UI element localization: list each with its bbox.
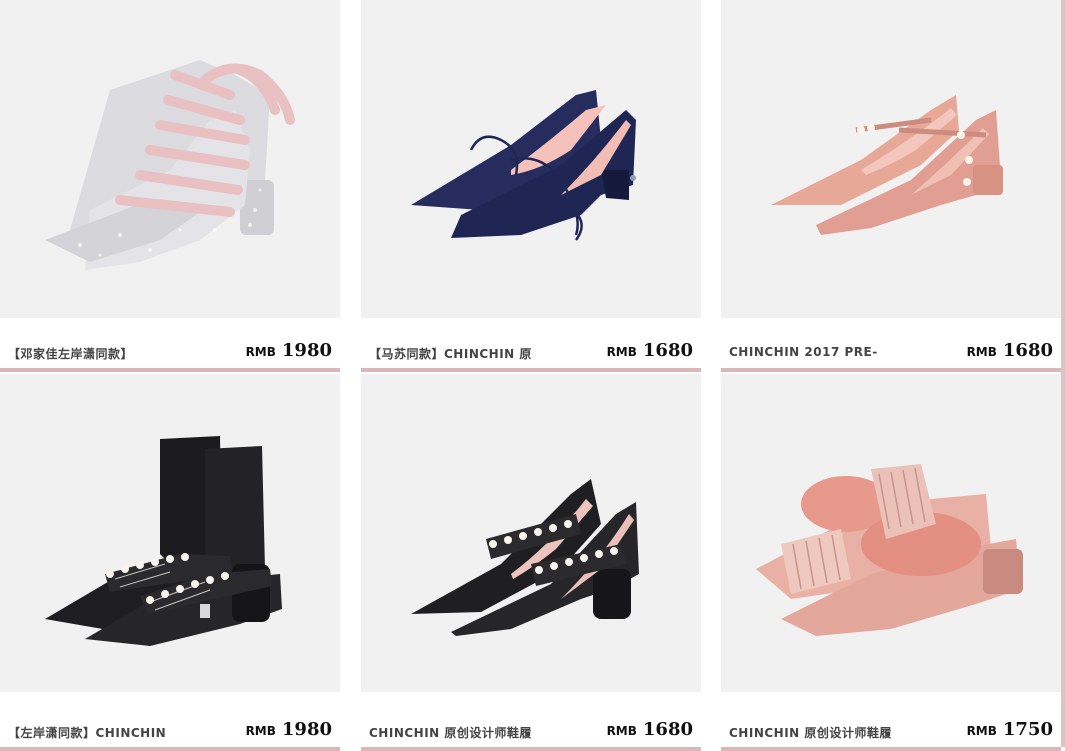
product-info-bar: CHINCHIN 原创设计师鞋履 RMB 1680	[361, 697, 701, 747]
card-underline	[361, 368, 701, 372]
card-underline	[721, 747, 1061, 751]
price-amount: 1680	[1002, 340, 1053, 361]
product-image[interactable]	[0, 0, 340, 318]
product-name[interactable]: 【邓家佳左岸潇同款】	[8, 345, 133, 362]
product-card[interactable]: 【左岸潇同款】CHINCHIN RMB 1980	[0, 374, 340, 751]
price-currency: RMB	[966, 724, 997, 738]
product-price: RMB 1980	[246, 340, 332, 361]
product-name[interactable]: CHINCHIN 2017 PRE-	[729, 345, 878, 359]
product-price: RMB 1680	[607, 340, 693, 361]
card-underline	[0, 368, 340, 372]
card-underline	[721, 368, 1061, 372]
product-price: RMB 1680	[967, 340, 1053, 361]
product-price: RMB 1680	[607, 719, 693, 740]
product-image[interactable]	[721, 374, 1061, 692]
page-edge-divider	[1061, 0, 1065, 747]
price-amount: 1980	[281, 719, 332, 740]
product-price: RMB 1980	[246, 719, 332, 740]
product-image[interactable]	[721, 0, 1061, 318]
product-name[interactable]: 【马苏同款】CHINCHIN 原	[369, 345, 532, 362]
product-info-bar: CHINCHIN 2017 PRE- RMB 1680	[721, 318, 1061, 368]
product-name[interactable]: CHINCHIN 原创设计师鞋履	[729, 724, 892, 741]
price-amount: 1750	[1002, 719, 1053, 740]
product-image[interactable]	[0, 374, 340, 692]
product-card[interactable]: 【马苏同款】CHINCHIN 原 RMB 1680	[361, 0, 701, 372]
product-grid: 【邓家佳左岸潇同款】 RMB 1980 【马苏同款】CHINCHIN 原 RMB…	[0, 0, 1061, 751]
price-amount: 1680	[642, 719, 693, 740]
price-amount: 1980	[281, 340, 332, 361]
product-info-bar: CHINCHIN 原创设计师鞋履 RMB 1750	[721, 697, 1061, 747]
product-info-bar: 【马苏同款】CHINCHIN 原 RMB 1680	[361, 318, 701, 368]
price-amount: 1680	[642, 340, 693, 361]
product-card[interactable]: CHINCHIN 2017 PRE- RMB 1680	[721, 0, 1061, 372]
card-underline	[0, 747, 340, 751]
product-card[interactable]: CHINCHIN 原创设计师鞋履 RMB 1750	[721, 374, 1061, 751]
product-name[interactable]: CHINCHIN 原创设计师鞋履	[369, 724, 532, 741]
price-currency: RMB	[245, 345, 276, 359]
product-image[interactable]	[361, 0, 701, 318]
product-image[interactable]	[361, 374, 701, 692]
price-currency: RMB	[606, 724, 637, 738]
product-info-bar: 【邓家佳左岸潇同款】 RMB 1980	[0, 318, 340, 368]
product-card[interactable]: 【邓家佳左岸潇同款】 RMB 1980	[0, 0, 340, 372]
price-currency: RMB	[966, 345, 997, 359]
product-card[interactable]: CHINCHIN 原创设计师鞋履 RMB 1680	[361, 374, 701, 751]
card-underline	[361, 747, 701, 751]
product-name[interactable]: 【左岸潇同款】CHINCHIN	[8, 724, 166, 741]
price-currency: RMB	[245, 724, 276, 738]
product-info-bar: 【左岸潇同款】CHINCHIN RMB 1980	[0, 697, 340, 747]
product-price: RMB 1750	[967, 719, 1053, 740]
price-currency: RMB	[606, 345, 637, 359]
